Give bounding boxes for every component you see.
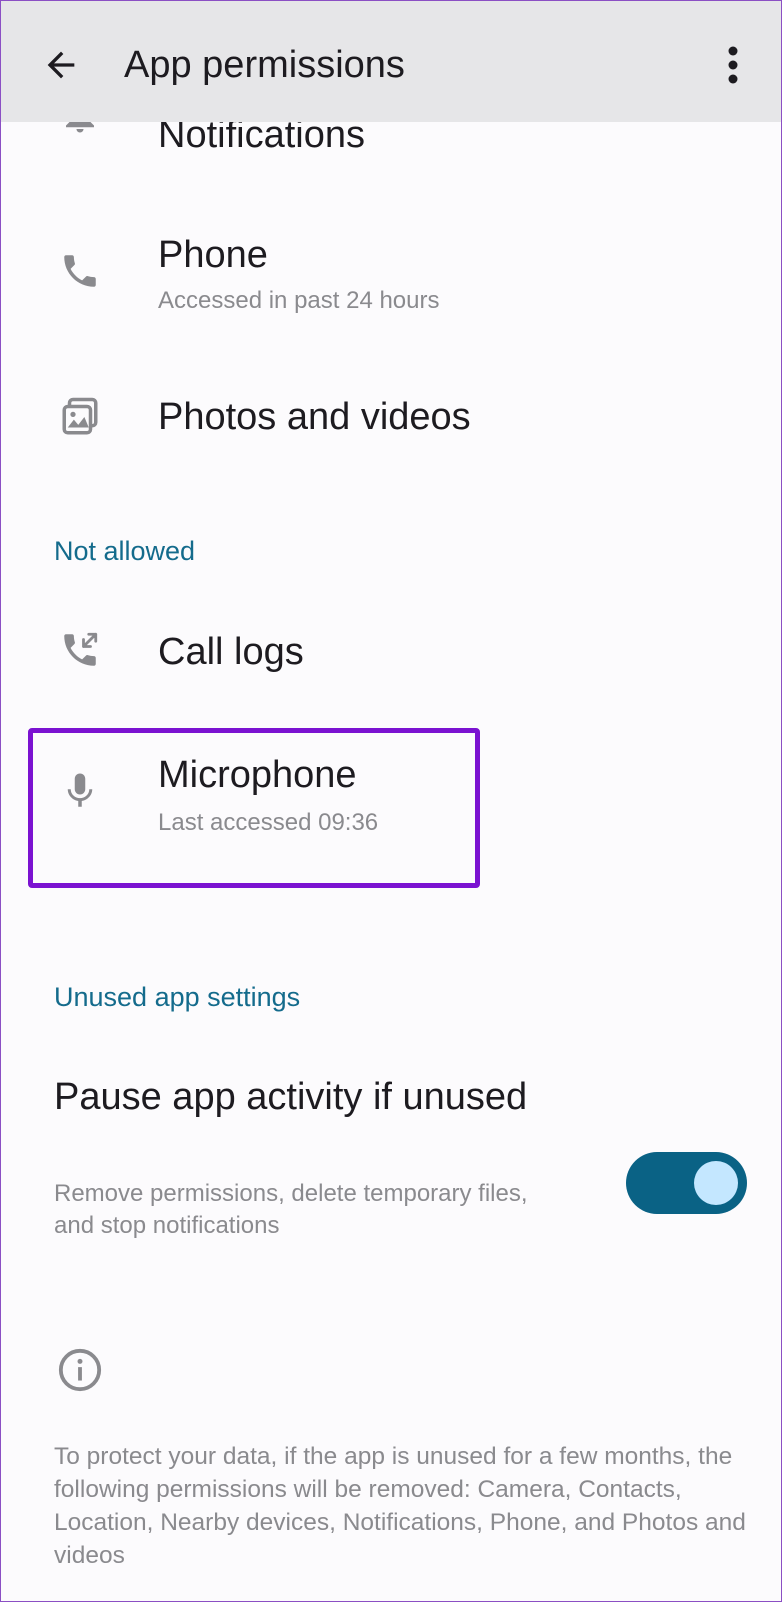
section-header-not-allowed: Not allowed (54, 536, 196, 566)
photos-icon (62, 397, 98, 435)
permission-item-photos-videos[interactable]: Photos and videos (1, 362, 781, 472)
arrow-left-icon (47, 51, 75, 79)
permission-item-notifications[interactable]: Notifications (1, 122, 781, 162)
permissions-list[interactable]: Notifications Phone Accessed in past 24 … (1, 122, 781, 1601)
info-text: To protect your data, if the app is unus… (54, 1443, 746, 1569)
info-icon (58, 1348, 102, 1392)
more-vert-icon (728, 46, 738, 84)
bell-icon (66, 122, 94, 133)
permission-subtitle: Accessed in past 24 hours (158, 287, 440, 314)
phone-icon (64, 255, 96, 287)
pause-setting-subtitle: Remove permissions, delete temporary fil… (54, 1180, 528, 1239)
permission-item-phone[interactable]: Phone Accessed in past 24 hours (1, 212, 781, 332)
permission-title: Photos and videos (158, 396, 471, 438)
call-log-icon (64, 632, 98, 666)
app-bar: App permissions (1, 1, 781, 122)
switch-thumb (694, 1161, 738, 1205)
page-title: App permissions (124, 44, 405, 86)
permission-item-call-logs[interactable]: Call logs (1, 597, 781, 707)
pause-setting-title: Pause app activity if unused (54, 1076, 528, 1118)
section-header-unused-app-settings: Unused app settings (54, 982, 301, 1012)
more-options-button[interactable] (713, 41, 753, 89)
pause-activity-switch[interactable] (626, 1152, 747, 1214)
back-button[interactable] (37, 41, 85, 89)
highlight-box (28, 728, 480, 888)
permission-title: Phone (158, 234, 268, 276)
screen: App permissions Notifications Phone Acce… (0, 0, 782, 1602)
permission-title: Notifications (158, 122, 365, 156)
permission-title: Call logs (158, 631, 304, 673)
